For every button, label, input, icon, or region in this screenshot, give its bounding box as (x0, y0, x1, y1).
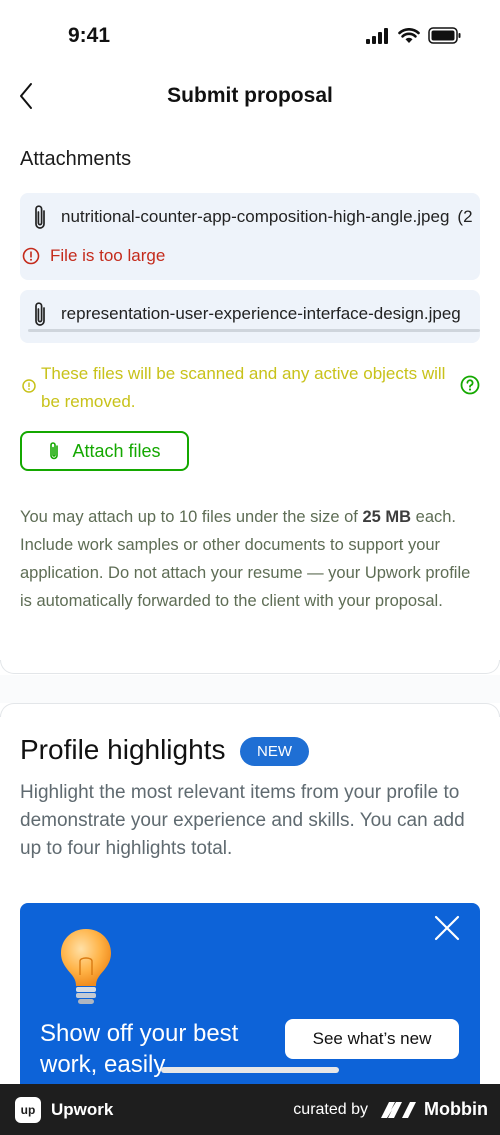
status-time: 9:41 (68, 24, 111, 47)
info-icon (22, 379, 36, 393)
attachments-title: Attachments (20, 148, 132, 170)
paperclip-icon (20, 193, 60, 241)
promo-banner: Show off your best work, easily See what… (20, 903, 480, 1093)
error-icon (22, 247, 40, 265)
footer-app: up Upwork (15, 1096, 114, 1123)
card-top-edge (0, 703, 500, 717)
see-whats-new-button[interactable]: See what’s new (285, 1019, 459, 1059)
page-title: Submit proposal (167, 84, 333, 107)
profile-highlights-title: Profile highlights (20, 734, 226, 765)
mobbin-logo-icon (381, 1101, 417, 1118)
card-bottom-edge (0, 660, 500, 674)
attachment-item-error[interactable]: nutritional-counter-app-composition-high… (20, 193, 480, 280)
attachment-error: File is too large (22, 246, 165, 266)
home-indicator (161, 1067, 339, 1073)
scan-notice-text: These files will be scanned and any acti… (41, 364, 446, 411)
status-bar: 9:41 (0, 0, 500, 70)
curated-by-label: curated by (293, 1100, 369, 1118)
paperclip-icon (50, 442, 59, 460)
mobbin-name: Mobbin (424, 1099, 488, 1119)
error-message: File is too large (50, 246, 166, 265)
attachment-item[interactable]: representation-user-experience-interface… (20, 290, 480, 343)
attach-files-button[interactable]: Attach files (20, 431, 189, 471)
mobbin-logo: Mobbin (380, 1099, 488, 1120)
help-icon[interactable] (460, 375, 480, 395)
signal-icon (366, 27, 388, 44)
attribution-footer: up Upwork curated by Mobbin (0, 1084, 500, 1135)
attach-files-label: Attach files (72, 440, 161, 461)
help-text-size: 25 MB (362, 508, 412, 526)
section-divider (0, 675, 500, 703)
attachment-help-text: You may attach up to 10 files under the … (20, 503, 480, 615)
attachment-row: nutritional-counter-app-composition-high… (20, 193, 473, 241)
close-icon[interactable] (434, 915, 460, 941)
lightbulb-icon (61, 929, 111, 1004)
horizontal-scrollbar[interactable] (28, 329, 480, 332)
nav-bar: Submit proposal (0, 70, 500, 126)
upwork-logo-icon: up (15, 1096, 41, 1123)
help-text-part: You may attach up to 10 files under the … (20, 508, 363, 526)
status-icons (366, 27, 462, 44)
attachment-filename: representation-user-experience-interface… (61, 304, 461, 323)
battery-icon (428, 27, 461, 44)
profile-highlights-description: Highlight the most relevant items from y… (20, 782, 465, 859)
footer-brand: Upwork (51, 1099, 114, 1119)
attachment-filename: nutritional-counter-app-composition-high… (61, 207, 450, 226)
footer-curator: curated by Mobbin (293, 1099, 488, 1120)
new-badge: NEW (240, 737, 309, 766)
wifi-icon (398, 27, 420, 43)
attachment-size: (2 (457, 207, 473, 226)
